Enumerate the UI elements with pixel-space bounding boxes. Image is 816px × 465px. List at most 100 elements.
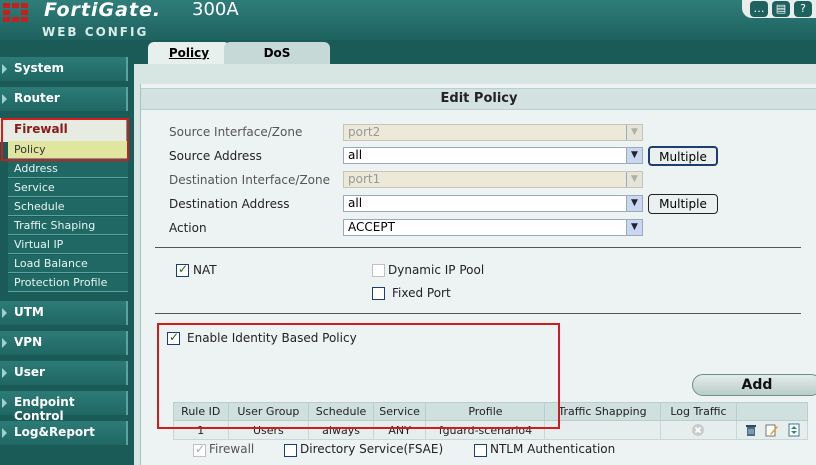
column-header: Log Traffic xyxy=(659,402,738,421)
nav-item-protection-profile[interactable]: Protection Profile xyxy=(8,274,128,292)
panel-title: Edit Policy xyxy=(141,88,816,110)
tab-dos-policy[interactable]: DoS Policy xyxy=(224,42,330,82)
nav-item-service[interactable]: Service xyxy=(8,179,128,197)
dynamic-ip-pool-label: Dynamic IP Pool xyxy=(388,263,485,277)
nav-item-label: Address xyxy=(14,162,58,175)
chevron-down-icon: ▼ xyxy=(626,125,642,140)
nav-system-label: System xyxy=(14,61,64,75)
nav-system[interactable]: System xyxy=(0,57,128,81)
ntlm-checkbox[interactable] xyxy=(474,444,487,457)
nav-vpn-label: VPN xyxy=(14,335,43,349)
expand-arrow-icon xyxy=(2,338,7,348)
firewall-auth-checkbox xyxy=(193,442,206,457)
divider xyxy=(155,247,801,248)
action-value: ACCEPT xyxy=(348,220,395,234)
disabled-x-icon xyxy=(692,424,705,436)
log-traffic-cell xyxy=(659,420,738,440)
edit-icon[interactable] xyxy=(765,423,779,437)
nav-item-load-balance[interactable]: Load Balance xyxy=(8,255,128,273)
column-header xyxy=(736,402,808,421)
nav-item-label: Traffic Shaping xyxy=(14,219,96,232)
fsae-label: Directory Service(FSAE) xyxy=(300,442,444,456)
destination-address-value: all xyxy=(348,196,363,210)
delete-icon[interactable] xyxy=(744,423,758,437)
edit-policy-panel: Edit Policy Source Interface/Zone port2 … xyxy=(140,84,816,465)
source-multiple-button[interactable]: Multiple xyxy=(648,146,718,166)
chevron-down-icon: ▼ xyxy=(626,172,642,187)
web-config-label: WEB CONFIG xyxy=(42,25,149,39)
destination-interface-label: Destination Interface/Zone xyxy=(169,173,330,187)
header-toolbar: … ▤ ? xyxy=(742,0,816,18)
chevron-down-icon[interactable]: ▼ xyxy=(626,220,642,235)
nav-router-label: Router xyxy=(14,91,60,105)
nav-utm[interactable]: UTM xyxy=(0,301,128,325)
nav-item-label: Service xyxy=(14,181,55,194)
expand-arrow-icon xyxy=(2,428,7,438)
source-address-value: all xyxy=(348,148,363,162)
chevron-down-icon[interactable]: ▼ xyxy=(626,148,642,163)
nav-user-label: User xyxy=(14,365,45,379)
nav-utm-label: UTM xyxy=(14,305,44,319)
app-header: FortiGate. 300A WEB CONFIG … ▤ ? xyxy=(0,0,816,40)
nav-user[interactable]: User xyxy=(0,361,128,385)
destination-interface-select: port1 ▼ xyxy=(343,171,643,188)
traffic-shaping-cell xyxy=(544,420,661,440)
nav-item-virtual-ip[interactable]: Virtual IP xyxy=(8,236,128,254)
tab-policy[interactable]: Policy xyxy=(148,42,230,64)
source-interface-select: port2 ▼ xyxy=(343,124,643,141)
firewall-auth-label: Firewall xyxy=(209,442,255,456)
nav-router[interactable]: Router xyxy=(0,87,128,111)
fortinet-logo-icon xyxy=(3,3,28,22)
expand-arrow-icon xyxy=(2,308,7,318)
column-header: Traffic Shapping xyxy=(544,402,661,421)
actions-cell xyxy=(736,420,808,440)
nat-label: NAT xyxy=(193,263,217,277)
nav-endpoint-control-label: Endpoint Control xyxy=(14,395,75,423)
expand-arrow-icon xyxy=(2,64,7,74)
nav-item-label: Load Balance xyxy=(14,257,88,270)
nav-item-label: Virtual IP xyxy=(14,238,64,251)
firewall-highlight-box xyxy=(1,118,129,161)
action-label: Action xyxy=(169,221,207,235)
destination-address-select[interactable]: all ▼ xyxy=(343,195,643,212)
chevron-down-icon[interactable]: ▼ xyxy=(626,196,642,211)
nav-item-traffic-shaping[interactable]: Traffic Shaping xyxy=(8,217,128,235)
destination-address-label: Destination Address xyxy=(169,197,290,211)
left-navigation: System Router Firewall Policy Address Se… xyxy=(0,40,134,465)
nav-item-schedule[interactable]: Schedule xyxy=(8,198,128,216)
divider xyxy=(155,313,801,314)
source-address-select[interactable]: all ▼ xyxy=(343,147,643,164)
nav-log-report[interactable]: Log&Report xyxy=(0,421,128,445)
chat-icon[interactable]: … xyxy=(750,1,768,17)
nav-vpn[interactable]: VPN xyxy=(0,331,128,355)
source-interface-label: Source Interface/Zone xyxy=(169,125,303,139)
nat-checkbox[interactable] xyxy=(176,262,189,277)
fixed-port-label: Fixed Port xyxy=(392,286,451,300)
model-name: 300A xyxy=(192,0,239,20)
nav-endpoint-control[interactable]: Endpoint Control xyxy=(0,391,128,423)
add-button[interactable]: Add xyxy=(692,374,816,396)
product-logo-text: FortiGate. xyxy=(44,0,162,21)
help-icon[interactable]: ? xyxy=(794,1,812,17)
destination-multiple-button[interactable]: Multiple xyxy=(648,194,718,214)
expand-arrow-icon xyxy=(2,94,7,104)
main-content: Edit Policy Source Interface/Zone port2 … xyxy=(134,64,816,465)
nav-item-label: Protection Profile xyxy=(14,276,108,289)
save-icon[interactable]: ▤ xyxy=(772,1,790,17)
fixed-port-checkbox[interactable] xyxy=(372,287,385,300)
destination-interface-value: port1 xyxy=(348,172,381,186)
fsae-checkbox[interactable] xyxy=(284,444,297,457)
source-address-label: Source Address xyxy=(169,149,262,163)
nav-item-label: Schedule xyxy=(14,200,65,213)
nav-log-report-label: Log&Report xyxy=(14,425,95,439)
dynamic-ip-pool-checkbox[interactable] xyxy=(372,264,385,277)
tab-bar: Policy DoS Policy xyxy=(134,40,816,82)
ntlm-label: NTLM Authentication xyxy=(490,442,616,456)
expand-arrow-icon xyxy=(2,368,7,378)
source-interface-value: port2 xyxy=(348,125,381,139)
nav-item-address[interactable]: Address xyxy=(8,160,128,178)
insert-policy-icon[interactable] xyxy=(787,423,801,437)
expand-arrow-icon xyxy=(2,398,7,408)
action-select[interactable]: ACCEPT ▼ xyxy=(343,219,643,236)
identity-highlight-box xyxy=(157,323,560,429)
